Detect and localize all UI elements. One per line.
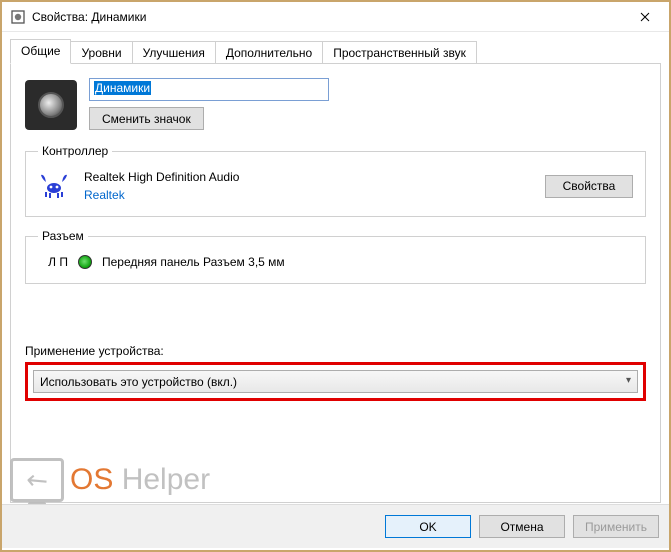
close-button[interactable] bbox=[622, 3, 667, 31]
tabstrip: Общие Уровни Улучшения Дополнительно Про… bbox=[10, 38, 661, 63]
window-title: Свойства: Динамики bbox=[32, 10, 622, 24]
jack-lr-label: Л П bbox=[38, 255, 68, 269]
change-icon-button[interactable]: Сменить значок bbox=[89, 107, 204, 130]
dialog-footer: OK Отмена Применить bbox=[2, 504, 669, 548]
highlight-box: Использовать это устройство (вкл.) ▾ bbox=[25, 362, 646, 401]
controller-properties-button[interactable]: Свойства bbox=[545, 175, 633, 198]
device-name-input[interactable]: Динамики bbox=[89, 78, 329, 101]
speaker-icon bbox=[25, 80, 77, 130]
jack-group: Разъем Л П Передняя панель Разъем 3,5 мм bbox=[25, 229, 646, 284]
cancel-button[interactable]: Отмена bbox=[479, 515, 565, 538]
titlebar: Свойства: Динамики bbox=[2, 2, 669, 32]
speaker-app-icon bbox=[10, 9, 26, 25]
device-usage-select[interactable]: Использовать это устройство (вкл.) ▾ bbox=[33, 370, 638, 393]
vendor-link[interactable]: Realtek bbox=[84, 188, 125, 202]
tab-spatial[interactable]: Пространственный звук bbox=[322, 41, 477, 65]
tab-advanced[interactable]: Дополнительно bbox=[215, 41, 323, 65]
device-usage-label: Применение устройства: bbox=[25, 344, 646, 358]
tab-panel-general: Динамики Сменить значок Контроллер bbox=[10, 63, 661, 503]
jack-color-icon bbox=[78, 255, 92, 269]
jack-legend: Разъем bbox=[38, 229, 88, 243]
ok-button[interactable]: OK bbox=[385, 515, 471, 538]
tab-levels[interactable]: Уровни bbox=[70, 41, 132, 65]
controller-group: Контроллер Realtek High Definition Audio… bbox=[25, 144, 646, 217]
chevron-down-icon: ▾ bbox=[626, 375, 631, 386]
device-usage-selected: Использовать это устройство (вкл.) bbox=[40, 375, 237, 389]
controller-legend: Контроллер bbox=[38, 144, 112, 158]
apply-button[interactable]: Применить bbox=[573, 515, 659, 538]
tab-general[interactable]: Общие bbox=[10, 39, 71, 64]
realtek-icon bbox=[38, 170, 70, 202]
jack-description: Передняя панель Разъем 3,5 мм bbox=[102, 255, 285, 269]
tab-enhancements[interactable]: Улучшения bbox=[132, 41, 216, 65]
controller-name: Realtek High Definition Audio bbox=[84, 168, 531, 186]
